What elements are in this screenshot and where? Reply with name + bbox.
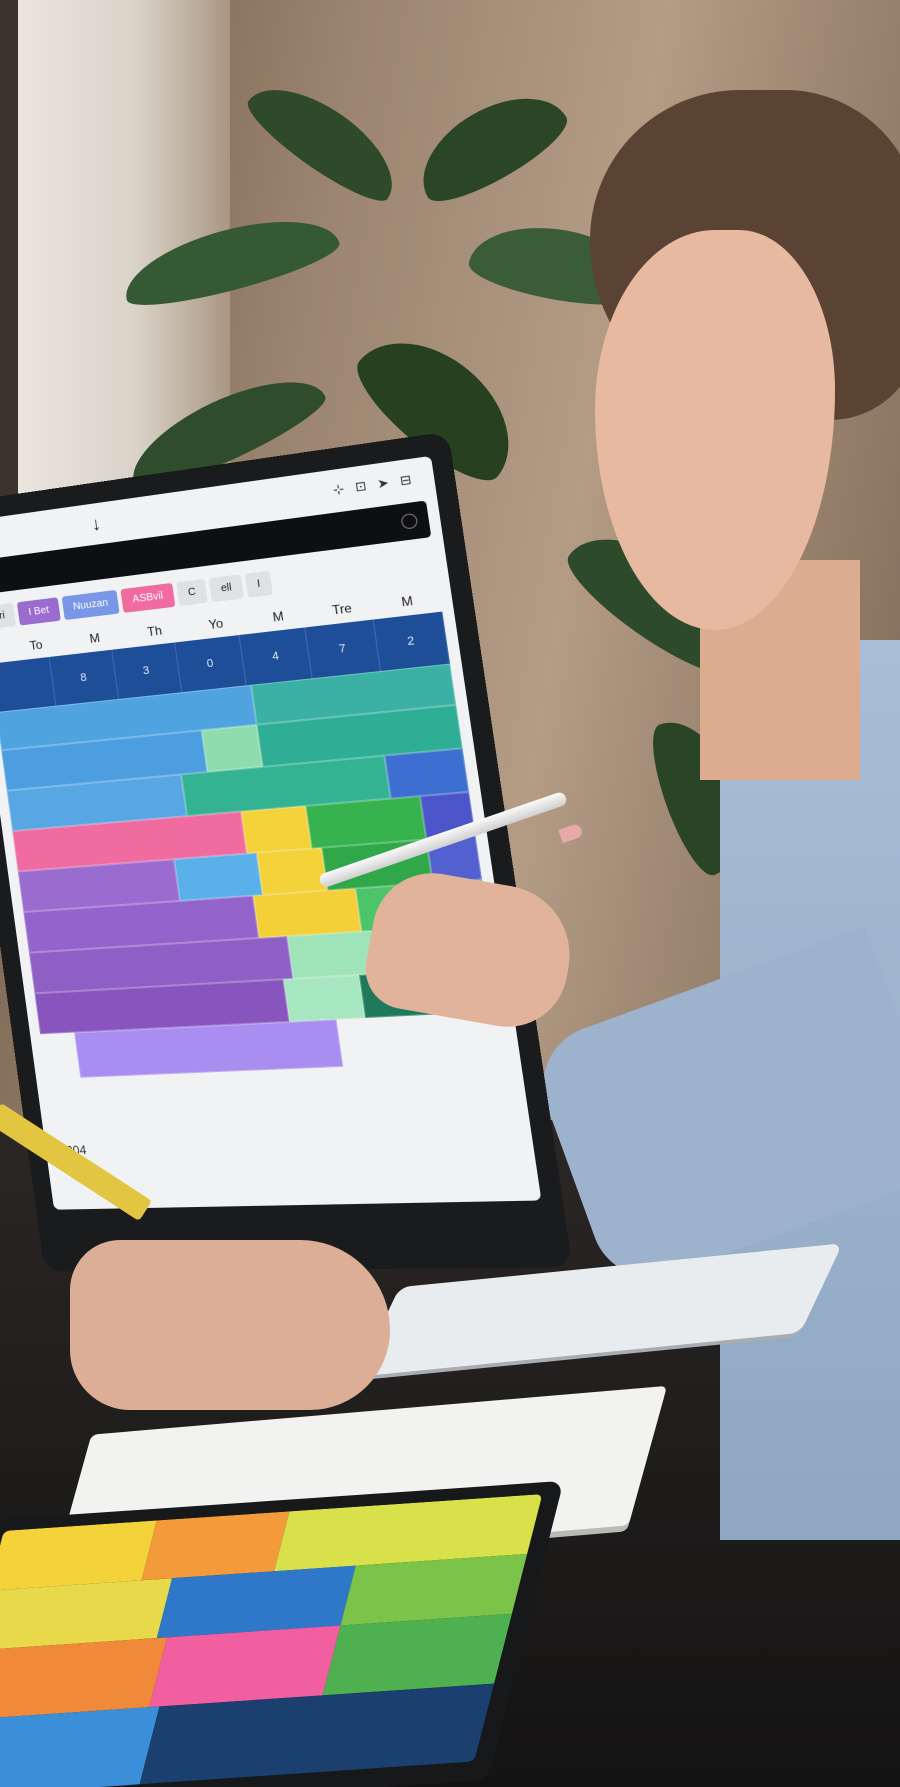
weekday-label: Yo bbox=[207, 615, 224, 633]
calendar-block[interactable] bbox=[201, 724, 263, 772]
filter-chip[interactable]: C bbox=[175, 578, 208, 607]
tablet-tile bbox=[141, 1511, 290, 1581]
search-icon[interactable] bbox=[400, 512, 419, 530]
filter-chip[interactable]: I Bet bbox=[17, 597, 61, 626]
date-cell[interactable]: 4 bbox=[239, 627, 314, 686]
toolbar-icon[interactable]: ⊡ bbox=[354, 478, 367, 494]
filter-chip[interactable]: Nuuzan bbox=[61, 589, 120, 621]
weekday-label: M bbox=[400, 593, 414, 610]
calendar-block[interactable] bbox=[174, 852, 263, 901]
date-cell[interactable]: 3 bbox=[111, 642, 183, 699]
tablet-tile bbox=[0, 1706, 160, 1787]
calendar-block[interactable] bbox=[240, 805, 312, 854]
calendar-block[interactable] bbox=[253, 888, 363, 938]
date-cell[interactable] bbox=[0, 656, 57, 713]
window-frame bbox=[0, 0, 18, 520]
person-left-hand bbox=[70, 1240, 390, 1410]
filter-chip[interactable]: Pri bbox=[0, 602, 17, 630]
weekday-label: M bbox=[271, 608, 285, 625]
weekday-label: Th bbox=[146, 623, 163, 640]
weekday-label: To bbox=[28, 637, 44, 653]
toolbar-icon[interactable]: ⊹ bbox=[332, 481, 345, 497]
calendar-block[interactable] bbox=[283, 974, 366, 1022]
toolbar-icon-group: ⊹ ⊡ ➤ ⊟ bbox=[332, 472, 412, 498]
filter-chip[interactable]: I bbox=[244, 570, 273, 598]
date-cell[interactable]: 2 bbox=[373, 611, 451, 671]
date-cell[interactable]: 0 bbox=[175, 634, 247, 693]
filter-chip[interactable]: ell bbox=[208, 574, 244, 603]
weekday-label: M bbox=[88, 630, 101, 646]
tablet bbox=[0, 1480, 564, 1787]
calendar-block[interactable] bbox=[384, 748, 470, 799]
toolbar-icon[interactable]: ➤ bbox=[376, 475, 389, 492]
filter-chip[interactable]: ASBvil bbox=[120, 582, 176, 613]
tablet-tile bbox=[322, 1611, 543, 1696]
toolbar-icon[interactable]: ⊟ bbox=[399, 472, 413, 489]
weekday-label: Tre bbox=[331, 600, 353, 618]
date-cell[interactable]: 7 bbox=[305, 619, 381, 679]
calendar-block[interactable] bbox=[256, 847, 328, 896]
download-arrow-icon[interactable]: ↓ bbox=[90, 513, 102, 536]
tablet-tile bbox=[149, 1625, 341, 1708]
photo-scene: ↓ ⊹ ⊡ ➤ ⊟ a Pri I Bet Nuuzan ASBvil C el… bbox=[0, 0, 900, 1787]
tablet-screen bbox=[0, 1494, 543, 1787]
date-cell[interactable]: 8 bbox=[49, 649, 119, 706]
